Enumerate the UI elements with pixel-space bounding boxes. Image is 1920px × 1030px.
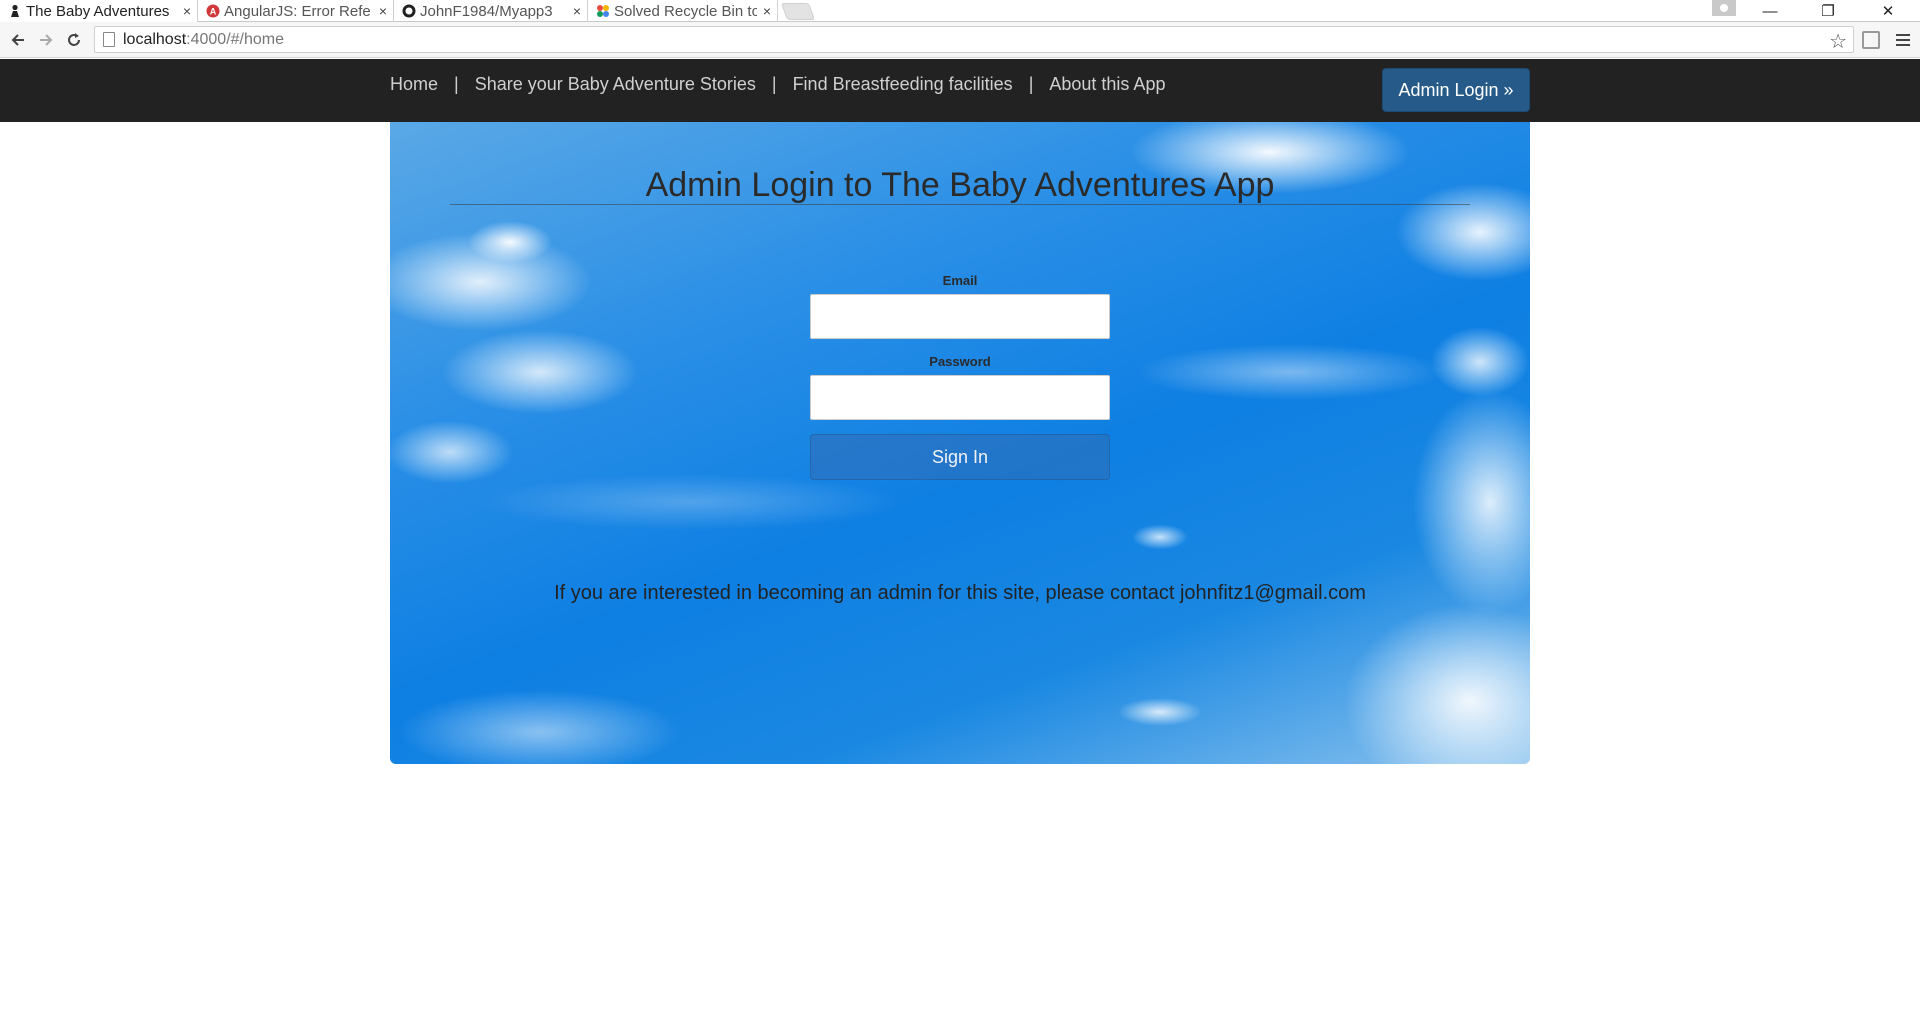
sky-hero-panel: Admin Login to The Baby Adventures App E… [390,122,1530,764]
svg-text:A: A [210,7,217,17]
forward-arrow-icon[interactable] [34,28,58,52]
address-path: :4000/#/home [186,30,285,48]
browser-tab-github[interactable]: JohnF1984/Myapp3 × [394,0,588,22]
nav-links: Home | Share your Baby Adventure Stories… [390,59,1165,109]
address-host: localhost [123,30,187,48]
tab-title: The Baby Adventures [26,2,170,20]
sign-in-button[interactable]: Sign In [810,434,1110,480]
site-navbar: Home | Share your Baby Adventure Stories… [0,59,1920,122]
nav-separator: | [771,73,777,94]
close-icon[interactable]: × [567,3,587,19]
colorful-icon [596,4,610,18]
password-field[interactable] [810,375,1110,420]
nav-separator: | [454,73,459,94]
close-icon[interactable]: × [177,3,197,19]
back-arrow-icon[interactable] [6,28,30,52]
angular-icon: A [206,4,220,18]
new-tab-button[interactable] [780,3,816,20]
tab-title: JohnF1984/Myapp3 [420,2,553,20]
browser-tab-strip: The Baby Adventures × A AngularJS: Error… [0,0,1920,22]
browser-tab-angularjs[interactable]: A AngularJS: Error Refe × [198,0,394,22]
browser-tab-baby-adventures[interactable]: The Baby Adventures × [0,0,198,22]
tab-title: AngularJS: Error Refe [224,2,371,20]
nav-link-share-stories[interactable]: Share your Baby Adventure Stories [475,74,756,95]
github-icon [402,4,416,18]
admin-contact-text: If you are interested in becoming an adm… [554,582,1366,604]
nav-separator: | [1028,73,1034,94]
bookmark-star-icon[interactable]: ☆ [1829,29,1847,54]
extension-icon[interactable] [1862,31,1880,49]
nav-link-home[interactable]: Home [390,74,438,95]
login-form: Email Password Sign In [810,272,1110,480]
tab-title: Solved Recycle Bin to [614,2,757,20]
password-label: Password [929,354,991,369]
restore-icon[interactable]: ❐ [1806,0,1850,22]
admin-login-button[interactable]: Admin Login » [1382,68,1530,112]
nav-link-about[interactable]: About this App [1049,74,1165,95]
nav-link-breastfeeding[interactable]: Find Breastfeeding facilities [793,74,1013,95]
address-bar[interactable]: localhost:4000/#/home ☆ [94,26,1854,53]
browser-toolbar: localhost:4000/#/home ☆ [0,22,1920,58]
page-title: Admin Login to The Baby Adventures App [645,166,1275,204]
title-divider [450,204,1470,205]
window-close-icon[interactable]: ✕ [1866,0,1910,22]
email-field[interactable] [810,294,1110,339]
reload-icon[interactable] [62,28,86,52]
menu-icon[interactable] [1892,29,1914,51]
close-icon[interactable]: × [757,3,777,19]
page-icon [103,32,115,47]
minimize-icon[interactable]: — [1748,0,1792,22]
profile-icon[interactable] [1712,0,1736,16]
baby-icon [8,4,22,18]
email-label: Email [942,273,978,288]
close-icon[interactable]: × [373,3,393,19]
browser-tab-recycle-bin[interactable]: Solved Recycle Bin to × [588,0,778,22]
